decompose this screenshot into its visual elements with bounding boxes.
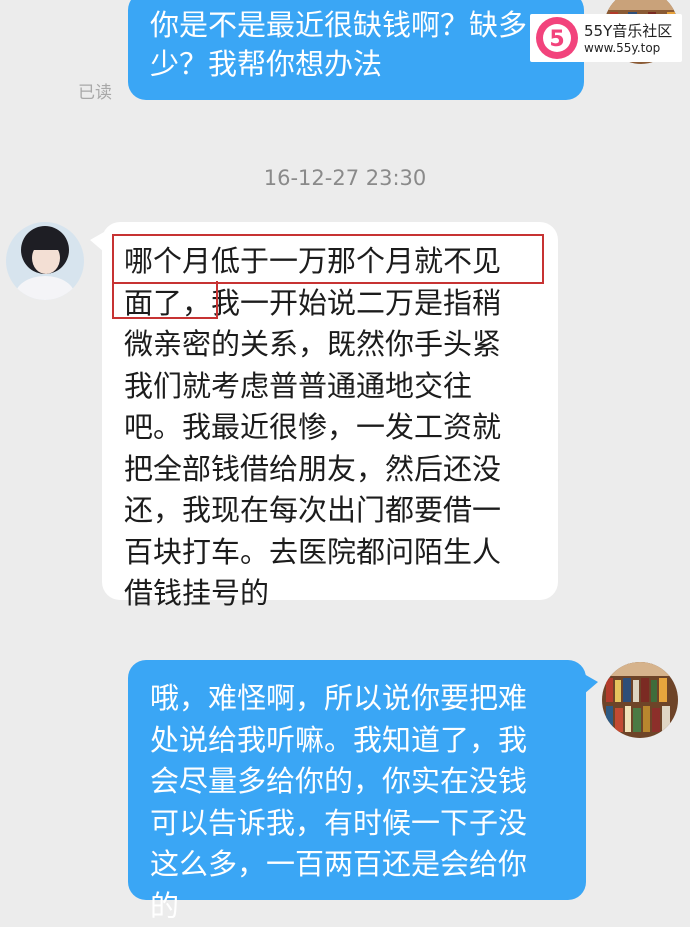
my-avatar[interactable]	[602, 662, 678, 738]
message-line: 的	[150, 886, 564, 927]
site-logo-icon: 5	[534, 15, 580, 61]
message-line: 你是不是最近很缺钱啊？缺多	[150, 6, 562, 45]
message-line: 少？我帮你想办法	[150, 45, 562, 84]
message-timestamp: 16-12-27 23:30	[0, 166, 690, 190]
message-line: 可以告诉我，有时候一下子没	[150, 803, 564, 845]
message-line: 这么多，一百两百还是会给你	[150, 844, 564, 886]
svg-text:5: 5	[549, 27, 564, 52]
contact-avatar[interactable]	[6, 222, 84, 300]
outgoing-message-bubble[interactable]: 哦，难怪啊，所以说你要把难 处说给我听嘛。我知道了，我 会尽量多给你的，你实在没…	[128, 660, 586, 900]
watermark-title: 55Y音乐社区	[584, 20, 672, 41]
read-status: 已读	[78, 78, 112, 103]
highlight-box	[112, 281, 218, 319]
watermark-url: www.55y.top	[584, 41, 660, 55]
message-line: 哦，难怪啊，所以说你要把难	[150, 678, 564, 720]
message-line: 处说给我听嘛。我知道了，我	[150, 720, 564, 762]
message-line: 我们就考虑普普通通地交往	[124, 366, 536, 408]
message-line: 会尽量多给你的，你实在没钱	[150, 761, 564, 803]
message-line: 把全部钱借给朋友，然后还没	[124, 449, 536, 491]
message-line: 吧。我最近很惨，一发工资就	[124, 407, 536, 449]
watermark: 5 55Y音乐社区 www.55y.top	[530, 14, 682, 62]
message-line: 微亲密的关系，既然你手头紧	[124, 324, 536, 366]
outgoing-message-bubble[interactable]: 你是不是最近很缺钱啊？缺多 少？我帮你想办法	[128, 0, 584, 100]
message-line: 还，我现在每次出门都要借一	[124, 490, 536, 532]
message-line: 百块打车。去医院都问陌生人	[124, 532, 536, 574]
highlight-box	[112, 234, 544, 284]
bubble-tail-icon	[584, 674, 598, 694]
message-line: 借钱挂号的	[124, 573, 536, 615]
